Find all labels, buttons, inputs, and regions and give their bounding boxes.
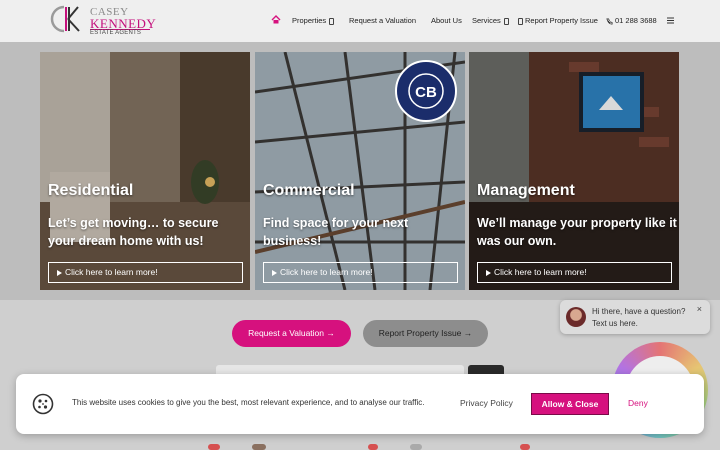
play-icon xyxy=(486,270,491,276)
allow-close-button[interactable]: Allow & Close xyxy=(531,393,609,415)
decorative-dot xyxy=(208,444,220,450)
deny-button[interactable]: Deny xyxy=(628,398,648,408)
cookie-message: This website uses cookies to give you th… xyxy=(72,398,425,407)
card-management[interactable]: Management We’ll manage your property li… xyxy=(469,52,679,290)
cookie-banner: This website uses cookies to give you th… xyxy=(16,374,704,434)
learn-more-button[interactable]: Click here to learn more! xyxy=(263,262,458,283)
agent-avatar xyxy=(566,307,586,327)
chat-prompt-line2: Text us here. xyxy=(592,319,638,328)
phone-icon xyxy=(606,17,613,25)
learn-more-label: Click here to learn more! xyxy=(65,267,158,277)
nav-properties[interactable]: Properties xyxy=(292,14,335,28)
logo-text-tagline: ESTATE AGENTS xyxy=(90,30,142,36)
dropdown-icon xyxy=(503,17,509,25)
nav-properties-label: Properties xyxy=(292,16,327,25)
play-icon xyxy=(272,270,277,276)
nav-request-valuation-label: Request a Valuation xyxy=(349,16,416,25)
nav-request-valuation[interactable]: Request a Valuation xyxy=(349,14,416,28)
card-description: Let’s get moving… to secure your dream h… xyxy=(48,216,219,248)
learn-more-label: Click here to learn more! xyxy=(280,267,373,277)
nav-phone-label: 01 288 3688 xyxy=(615,16,657,25)
management-photo xyxy=(469,52,679,290)
chat-prompt-line1: Hi there, have a question? xyxy=(592,307,686,316)
cookie-icon xyxy=(32,393,54,415)
play-icon xyxy=(57,270,62,276)
nav-services[interactable]: Services xyxy=(472,14,509,28)
nav-about-us[interactable]: About Us xyxy=(431,14,462,28)
brand-logo[interactable]: CASEY KENNEDY ESTATE AGENTS xyxy=(46,4,156,38)
card-commercial[interactable]: CB Commercial Find space for your next b… xyxy=(255,52,465,290)
nav-phone[interactable]: 01 288 3688 xyxy=(606,14,657,28)
residential-photo xyxy=(40,52,250,290)
report-icon xyxy=(518,17,523,25)
close-icon[interactable]: × xyxy=(697,304,702,314)
card-title: Management xyxy=(477,182,575,199)
request-valuation-button[interactable]: Request a Valuation → xyxy=(232,320,351,347)
learn-more-button[interactable]: Click here to learn more! xyxy=(48,262,243,283)
learn-more-button[interactable]: Click here to learn more! xyxy=(477,262,672,283)
svg-text:CB: CB xyxy=(415,84,437,101)
decorative-dot xyxy=(252,444,266,450)
nav-services-label: Services xyxy=(472,16,501,25)
card-title: Residential xyxy=(48,182,134,199)
hamburger-icon[interactable] xyxy=(667,17,674,24)
card-description: We’ll manage your property like it was o… xyxy=(477,216,677,248)
nav-about-us-label: About Us xyxy=(431,16,462,25)
coldwell-banker-commercial-logo-icon: CB xyxy=(395,60,457,122)
chat-prompt[interactable]: Hi there, have a question? Text us here.… xyxy=(560,300,710,334)
learn-more-label: Click here to learn more! xyxy=(494,267,587,277)
report-issue-button[interactable]: Report Property Issue → xyxy=(363,320,488,347)
nav-report-issue[interactable]: Report Property Issue xyxy=(518,14,598,28)
decorative-dot xyxy=(368,444,378,450)
card-residential[interactable]: Residential Let’s get moving… to secure … xyxy=(40,52,250,290)
decorative-dot xyxy=(520,444,530,450)
privacy-policy-link[interactable]: Privacy Policy xyxy=(460,398,513,408)
card-title: Commercial xyxy=(263,182,355,199)
dropdown-icon xyxy=(329,17,335,25)
home-icon[interactable] xyxy=(271,15,281,24)
site-header: CASEY KENNEDY ESTATE AGENTS Properties R… xyxy=(0,0,720,42)
nav-report-issue-label: Report Property Issue xyxy=(525,16,598,25)
card-description: Find space for your next business! xyxy=(263,216,409,248)
decorative-dot xyxy=(410,444,422,450)
logo-mark-icon xyxy=(50,5,80,33)
